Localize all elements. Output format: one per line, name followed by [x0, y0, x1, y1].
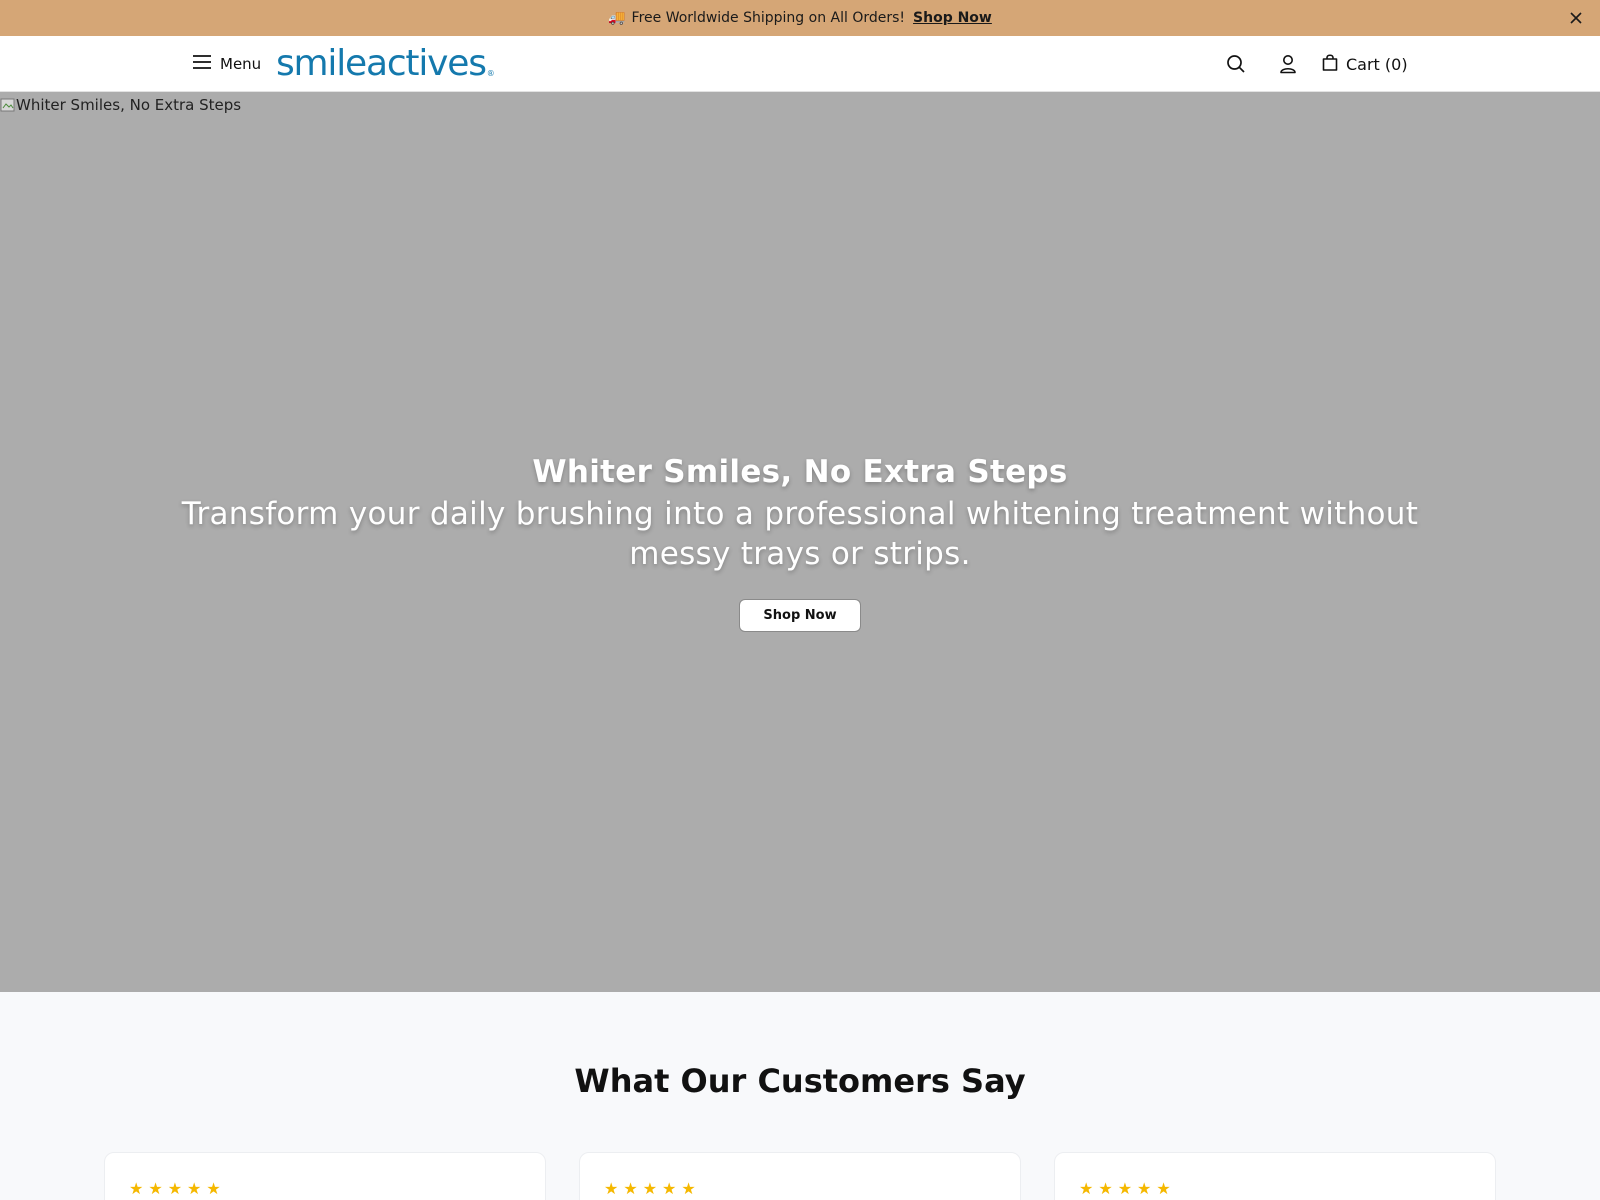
- hero-image-alt-text: Whiter Smiles, No Extra Steps: [16, 96, 242, 114]
- review-card: ★★★★★: [579, 1152, 1021, 1200]
- hero-banner: Whiter Smiles, No Extra Steps Whiter Smi…: [0, 92, 1600, 992]
- account-icon[interactable]: [1276, 52, 1300, 76]
- hero-subtitle: Transform your daily brushing into a pro…: [181, 496, 1419, 572]
- truck-icon: 🚚: [608, 10, 626, 26]
- cart-label: Cart (0): [1346, 54, 1408, 74]
- star-rating: ★★★★★: [604, 1179, 701, 1198]
- broken-image-icon: [0, 97, 16, 113]
- search-icon[interactable]: [1224, 52, 1248, 76]
- logo-text: smileactives: [276, 43, 487, 84]
- reviews-title: What Our Customers Say: [574, 1062, 1026, 1100]
- star-rating: ★★★★★: [1079, 1179, 1176, 1198]
- logo-registered-mark: ®: [486, 69, 495, 78]
- hamburger-icon: [193, 55, 211, 73]
- announcement-text: Free Worldwide Shipping on All Orders!: [631, 10, 906, 26]
- site-header: Menu smileactives® Cart (0): [0, 36, 1600, 92]
- menu-label: Menu: [220, 55, 262, 73]
- hero-image-broken: Whiter Smiles, No Extra Steps: [0, 96, 241, 114]
- close-icon[interactable]: [1566, 8, 1586, 28]
- announcement-bar: 🚚 Free Worldwide Shipping on All Orders!…: [0, 0, 1600, 36]
- review-card: ★★★★★: [1054, 1152, 1496, 1200]
- menu-button[interactable]: Menu: [193, 52, 261, 76]
- hero-title: Whiter Smiles, No Extra Steps: [532, 454, 1068, 490]
- hero-shop-now-button[interactable]: Shop Now: [739, 599, 861, 632]
- announcement-shop-now-link[interactable]: Shop Now: [913, 10, 992, 26]
- bag-icon: [1322, 53, 1338, 75]
- cart-button[interactable]: Cart (0): [1322, 52, 1408, 76]
- star-rating: ★★★★★: [129, 1179, 226, 1198]
- reviews-section: What Our Customers Say ★★★★★ ★★★★★ ★★★★★: [0, 992, 1600, 1200]
- site-logo[interactable]: smileactives®: [276, 42, 495, 86]
- review-card: ★★★★★: [104, 1152, 546, 1200]
